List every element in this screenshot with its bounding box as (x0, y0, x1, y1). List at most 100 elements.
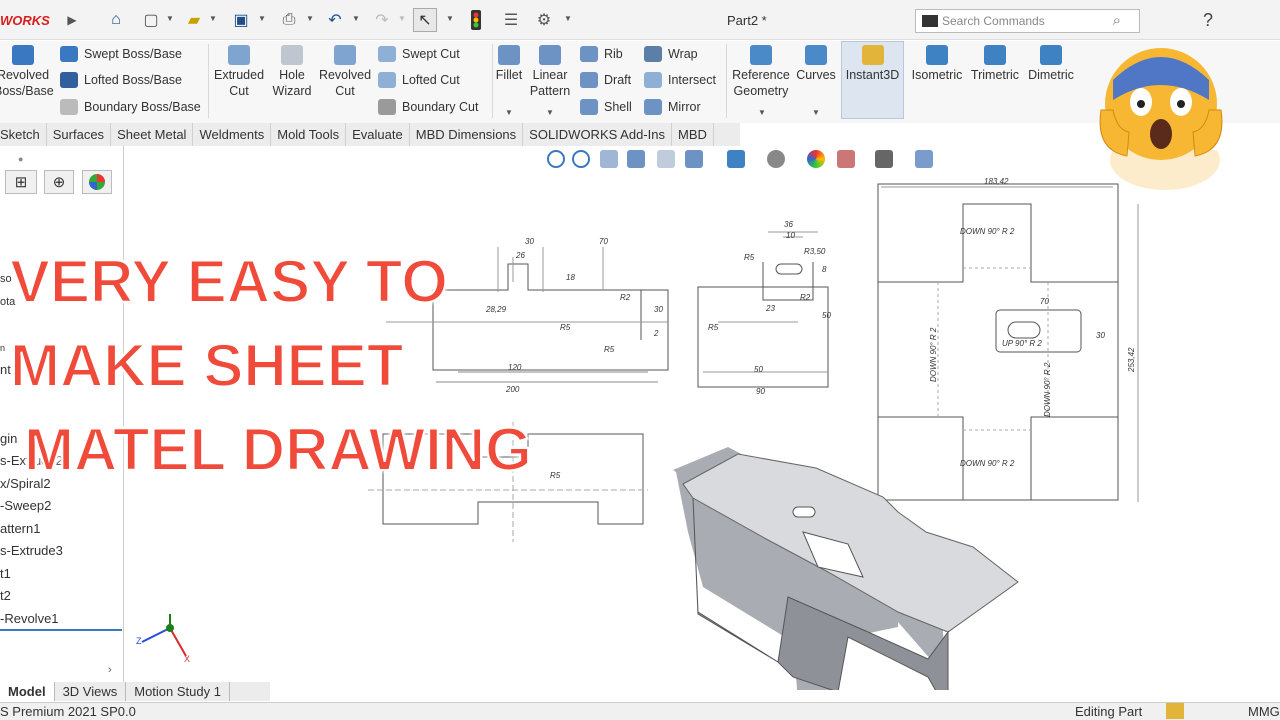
tab-motion-study[interactable]: Motion Study 1 (126, 682, 230, 701)
zoom-to-area-icon[interactable] (572, 150, 590, 168)
tab-mold-tools[interactable]: Mold Tools (271, 123, 347, 146)
intersect-button[interactable]: Intersect (644, 72, 716, 88)
instant3d-button[interactable]: Instant3D (841, 45, 904, 83)
redo-icon[interactable]: ↷ (370, 8, 394, 32)
dim-text: UP 90° R 2 (1002, 339, 1042, 348)
select-cursor-icon[interactable]: ↖ (413, 8, 437, 32)
fillet-button[interactable]: Fillet (494, 45, 524, 83)
rebuild-traffic-light-icon[interactable] (464, 8, 488, 32)
open-dropdown-icon[interactable]: ▼ (209, 14, 217, 23)
view-orientation-icon[interactable] (685, 150, 703, 168)
tab-3d-views[interactable]: 3D Views (55, 682, 127, 701)
extruded-cut-button[interactable]: Extruded Cut (210, 45, 268, 99)
options-dropdown-icon[interactable]: ▼ (564, 14, 572, 23)
expand-menu-icon[interactable]: ▶ (60, 8, 84, 32)
reference-geometry-button[interactable]: Reference Geometry (730, 45, 792, 99)
revolved-boss-icon (12, 45, 34, 65)
tab-sketch[interactable]: Sketch (0, 123, 47, 146)
new-document-icon[interactable]: ▢ (139, 8, 163, 32)
units-text[interactable]: MMG (1248, 704, 1280, 719)
tab-solidworks-add-ins[interactable]: SOLIDWORKS Add-Ins (523, 123, 672, 146)
document-title: Part2 * (727, 13, 767, 28)
redo-dropdown-icon[interactable]: ▼ (398, 14, 406, 23)
boundary-boss-icon (60, 99, 78, 115)
revolved-boss-button[interactable]: Revolved Boss/Base (0, 45, 54, 99)
tab-weldments[interactable]: Weldments (193, 123, 272, 146)
tree-item-pattern1[interactable]: attern1 (0, 521, 40, 536)
trimetric-view-button[interactable]: Trimetric (966, 45, 1024, 83)
help-icon[interactable]: ? (1196, 8, 1220, 32)
rebuild-status-icon[interactable] (1166, 703, 1184, 719)
open-folder-icon[interactable]: ▰ (182, 8, 206, 32)
curves-button[interactable]: Curves (794, 45, 838, 83)
panel-handle-icon[interactable]: ● (18, 154, 23, 164)
configuration-target-icon[interactable]: ⊕ (44, 170, 74, 194)
new-dropdown-icon[interactable]: ▼ (166, 14, 174, 23)
tab-model[interactable]: Model (0, 682, 55, 701)
undo-icon[interactable]: ↶ (323, 8, 347, 32)
tree-item-revolve1[interactable]: -Revolve1 (0, 611, 59, 626)
tab-mbd[interactable]: MBD (672, 123, 714, 146)
feature-tree-icon[interactable]: ⊞ (5, 170, 37, 194)
lofted-boss-button[interactable]: Lofted Boss/Base (60, 72, 182, 88)
boundary-boss-button[interactable]: Boundary Boss/Base (60, 99, 201, 115)
boundary-cut-button[interactable]: Boundary Cut (378, 99, 478, 115)
revolved-cut-button[interactable]: Revolved Cut (316, 45, 374, 99)
curves-dropdown-icon[interactable]: ▼ (812, 108, 820, 117)
swept-cut-button[interactable]: Swept Cut (378, 46, 460, 62)
select-dropdown-icon[interactable]: ▼ (446, 14, 454, 23)
linear-pattern-button[interactable]: Linear Pattern (528, 45, 572, 99)
tree-item-extrude3[interactable]: s-Extrude3 (0, 543, 63, 558)
tree-item-sweep2[interactable]: -Sweep2 (0, 498, 51, 513)
dim-text: R5 (550, 471, 561, 480)
file-properties-icon[interactable]: ☰ (499, 8, 523, 32)
mirror-button[interactable]: Mirror (644, 99, 701, 115)
rollback-bar[interactable] (0, 629, 122, 631)
save-icon[interactable]: ▣ (229, 8, 253, 32)
tree-item-plane1[interactable]: t1 (0, 566, 11, 581)
dim-text: 8 (822, 265, 827, 274)
version-text: S Premium 2021 SP0.0 (0, 704, 136, 719)
wrap-button[interactable]: Wrap (644, 46, 698, 62)
rib-button[interactable]: Rib (580, 46, 623, 62)
draft-button[interactable]: Draft (580, 72, 631, 88)
isometric-view-button[interactable]: Isometric (906, 45, 968, 83)
tab-surfaces[interactable]: Surfaces (47, 123, 112, 146)
swept-boss-button[interactable]: Swept Boss/Base (60, 46, 182, 62)
home-icon[interactable]: ⌂ (104, 8, 128, 32)
hide-show-items-icon[interactable] (767, 150, 785, 168)
tab-evaluate[interactable]: Evaluate (346, 123, 410, 146)
section-view-icon[interactable] (627, 150, 645, 168)
shell-button[interactable]: Shell (580, 99, 632, 115)
apply-scene-icon[interactable] (837, 150, 855, 168)
print-dropdown-icon[interactable]: ▼ (306, 14, 314, 23)
zoom-to-fit-icon[interactable] (547, 150, 565, 168)
edit-appearance-icon[interactable] (807, 150, 825, 168)
dimetric-view-button[interactable]: Dimetric (1022, 45, 1080, 83)
undo-dropdown-icon[interactable]: ▼ (352, 14, 360, 23)
pattern-dropdown-icon[interactable]: ▼ (546, 108, 554, 117)
triad-icon[interactable] (915, 150, 933, 168)
save-dropdown-icon[interactable]: ▼ (258, 14, 266, 23)
tree-item[interactable]: n (0, 343, 5, 353)
dynamic-annotation-icon[interactable] (657, 150, 675, 168)
hole-wizard-button[interactable]: Hole Wizard (266, 45, 318, 99)
appearance-globe-icon[interactable] (82, 170, 112, 194)
tab-sheet-metal[interactable]: Sheet Metal (111, 123, 194, 146)
view-settings-icon[interactable] (875, 150, 893, 168)
dim-text: 70 (1040, 297, 1049, 306)
panel-scroll-right-icon[interactable]: › (108, 664, 112, 676)
options-gear-icon[interactable]: ⚙ (532, 8, 556, 32)
dim-text: 23 (765, 304, 775, 313)
reference-dropdown-icon[interactable]: ▼ (758, 108, 766, 117)
lofted-cut-button[interactable]: Lofted Cut (378, 72, 460, 88)
search-commands-box[interactable]: Search Commands ⌕ (915, 9, 1140, 33)
search-icon[interactable]: ⌕ (1113, 12, 1121, 29)
lofted-boss-icon (60, 72, 78, 88)
display-style-icon[interactable] (727, 150, 745, 168)
tab-mbd-dimensions[interactable]: MBD Dimensions (410, 123, 524, 146)
print-icon[interactable]: ⎙ (277, 8, 301, 32)
tree-item-plane2[interactable]: t2 (0, 588, 11, 603)
previous-view-icon[interactable] (600, 150, 618, 168)
fillet-dropdown-icon[interactable]: ▼ (505, 108, 513, 117)
